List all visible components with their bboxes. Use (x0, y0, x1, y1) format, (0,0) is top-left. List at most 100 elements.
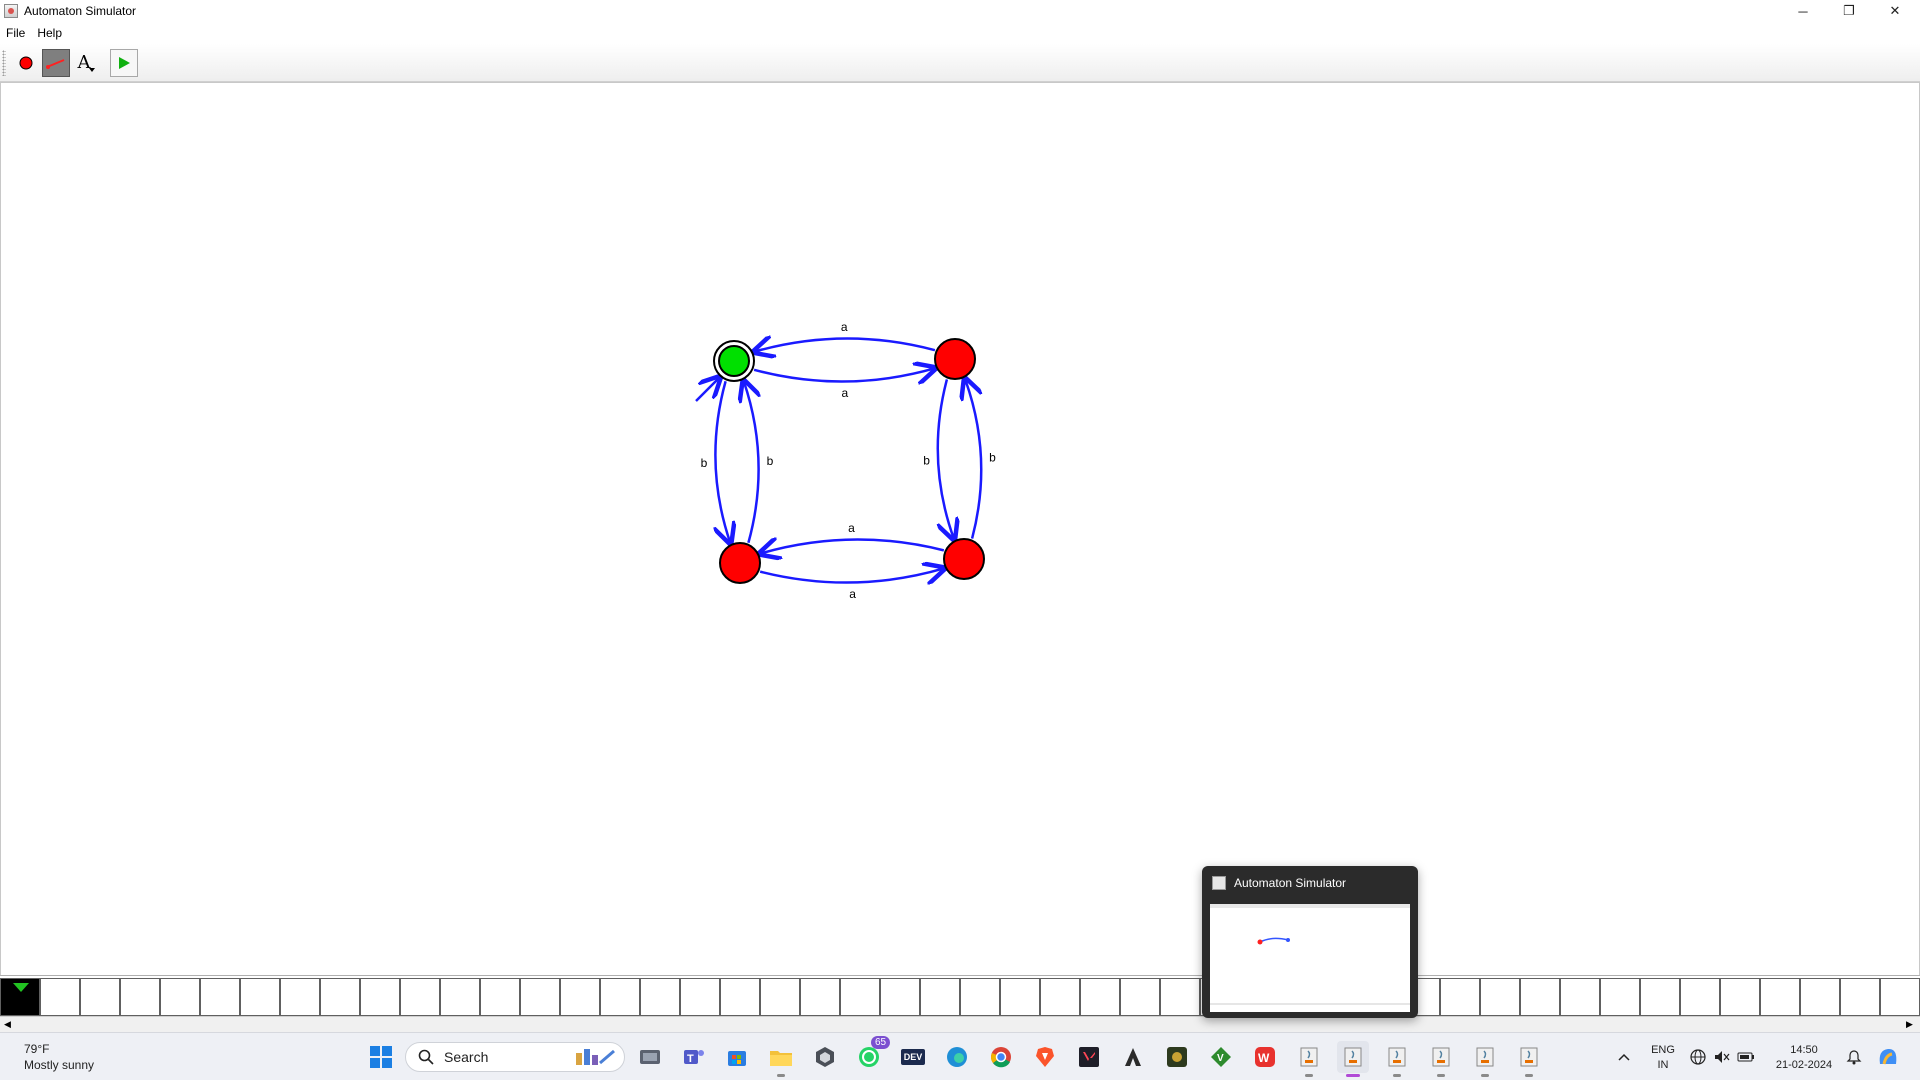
tape-cell[interactable] (1760, 978, 1800, 1016)
tape-cell[interactable] (1080, 978, 1120, 1016)
brave-button[interactable] (1029, 1041, 1061, 1073)
state-q0[interactable] (718, 345, 750, 377)
toolbar-grip[interactable] (2, 49, 6, 76)
close-button[interactable]: ✕ (1872, 0, 1918, 22)
java-app-button-6[interactable] (1513, 1041, 1545, 1077)
tape-cell[interactable] (760, 978, 800, 1016)
transition-label-q1-q3[interactable]: b (923, 453, 930, 467)
transition-label-q2-q3[interactable]: a (849, 587, 856, 601)
taskbar-window-preview[interactable]: Automaton Simulator (1202, 866, 1418, 1018)
run-button[interactable] (110, 48, 138, 77)
tape-cell[interactable] (400, 978, 440, 1016)
weather-widget[interactable]: 79°F Mostly sunny (24, 1041, 94, 1073)
language-indicator[interactable]: ENG IN (1648, 1043, 1678, 1073)
whatsapp-button[interactable]: 65 (853, 1036, 891, 1073)
tape-cell[interactable] (680, 978, 720, 1016)
tape-cell[interactable] (600, 978, 640, 1016)
tape-cell[interactable] (720, 978, 760, 1016)
tape-cell[interactable] (840, 978, 880, 1016)
java-app-button-1[interactable] (1293, 1041, 1325, 1077)
add-transition-button[interactable] (42, 48, 70, 77)
dev-home-button[interactable]: DEV (897, 1041, 929, 1073)
valorant-button[interactable] (1073, 1041, 1105, 1073)
store-button[interactable] (721, 1041, 753, 1073)
tape-cell[interactable] (1600, 978, 1640, 1016)
volume-button[interactable] (1710, 1041, 1734, 1073)
tape-cell[interactable] (440, 978, 480, 1016)
menu-help[interactable]: Help (31, 26, 68, 40)
tape-cell[interactable] (40, 978, 80, 1016)
edge-button[interactable] (941, 1041, 973, 1073)
tape-cell[interactable] (480, 978, 520, 1016)
tape-cell[interactable] (920, 978, 960, 1016)
transition-q0-q1[interactable] (753, 368, 935, 381)
java-app-button-5[interactable] (1469, 1041, 1501, 1077)
add-label-button[interactable]: A (72, 49, 100, 77)
chrome-button[interactable] (985, 1041, 1017, 1073)
transition-q2-q0[interactable] (744, 381, 759, 544)
network-button[interactable] (1686, 1041, 1710, 1073)
tape-cell[interactable] (360, 978, 400, 1016)
tape-cell[interactable] (1680, 978, 1720, 1016)
preview-thumbnail[interactable] (1210, 904, 1410, 1012)
tape-cell[interactable] (160, 978, 200, 1016)
tape-cell[interactable] (1040, 978, 1080, 1016)
transition-q3-q2[interactable] (760, 539, 945, 553)
transition-label-q1-q0[interactable]: a (841, 320, 848, 334)
task-view-button[interactable] (634, 1041, 666, 1073)
tape-cell[interactable] (80, 978, 120, 1016)
teams-button[interactable]: T (678, 1041, 710, 1073)
transition-q1-q3[interactable] (936, 379, 954, 539)
tape-cell[interactable] (1840, 978, 1880, 1016)
scroll-right-icon[interactable]: ▶ (1906, 1019, 1916, 1030)
java-app-button-2[interactable] (1337, 1041, 1369, 1077)
tape-cell[interactable] (240, 978, 280, 1016)
tape-cell[interactable] (1120, 978, 1160, 1016)
transition-label-q3-q1[interactable]: b (989, 451, 996, 465)
tape-cell[interactable] (1000, 978, 1040, 1016)
minimize-button[interactable]: ─ (1780, 0, 1826, 22)
file-explorer-button[interactable] (765, 1041, 797, 1077)
unity-hub-button[interactable] (809, 1041, 841, 1073)
restore-button[interactable]: ❐ (1826, 0, 1872, 22)
tray-overflow-button[interactable] (1610, 1041, 1638, 1073)
tape-cell[interactable] (1160, 978, 1200, 1016)
state-q2[interactable] (719, 542, 761, 584)
tape-cell[interactable] (1720, 978, 1760, 1016)
tape-cell[interactable] (1560, 978, 1600, 1016)
tape-cell[interactable] (320, 978, 360, 1016)
tape-cell[interactable] (1440, 978, 1480, 1016)
copilot-button[interactable] (1872, 1041, 1904, 1073)
java-app-button-4[interactable] (1425, 1041, 1457, 1077)
tape-cell[interactable] (1640, 978, 1680, 1016)
tape-cell[interactable] (200, 978, 240, 1016)
wps-office-button[interactable]: W (1249, 1041, 1281, 1073)
tape-cell[interactable] (520, 978, 560, 1016)
tape-cell-head[interactable] (0, 978, 40, 1016)
tape-cell[interactable] (960, 978, 1000, 1016)
transition-q2-q3[interactable] (759, 568, 944, 582)
transition-q0-q2[interactable] (715, 380, 730, 543)
menu-file[interactable]: File (0, 26, 31, 40)
start-button[interactable] (365, 1041, 397, 1073)
assassins-creed-button[interactable] (1117, 1041, 1149, 1073)
tape-cell[interactable] (880, 978, 920, 1016)
taskbar-search[interactable]: Search (405, 1042, 625, 1072)
tape-cell[interactable] (280, 978, 320, 1016)
tape-cell[interactable] (1880, 978, 1920, 1016)
horizontal-scrollbar[interactable]: ◀ ▶ (0, 1016, 1920, 1032)
tape-cell[interactable] (1480, 978, 1520, 1016)
transition-label-q0-q2[interactable]: b (701, 456, 708, 470)
tape-cell[interactable] (120, 978, 160, 1016)
transition-label-q3-q2[interactable]: a (848, 521, 855, 535)
clock[interactable]: 14:50 21-02-2024 (1768, 1043, 1840, 1073)
battery-button[interactable] (1734, 1041, 1758, 1073)
transition-q3-q1[interactable] (965, 379, 983, 539)
transition-q1-q0[interactable] (754, 338, 936, 351)
add-state-button[interactable] (12, 49, 40, 77)
game-launcher-button[interactable] (1161, 1041, 1193, 1073)
tape-cell[interactable] (640, 978, 680, 1016)
automaton-canvas[interactable]: a a b b b b a a (0, 82, 1920, 975)
state-q3[interactable] (943, 538, 985, 580)
transition-label-q2-q0[interactable]: b (767, 454, 774, 468)
